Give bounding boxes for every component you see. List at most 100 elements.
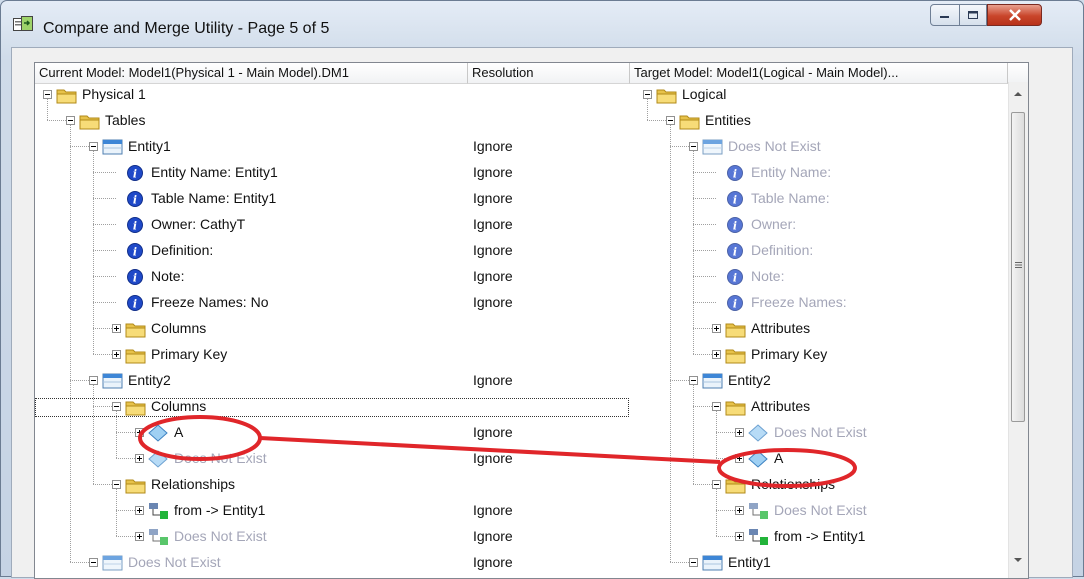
resolution-value[interactable]: Ignore (473, 422, 513, 442)
maximize-button[interactable] (959, 4, 987, 26)
expand-plus-icon[interactable] (712, 350, 721, 359)
expand-plus-icon[interactable] (735, 454, 744, 463)
tree-node-label[interactable]: Entity2 (128, 370, 171, 390)
tree-node-label[interactable]: Entity1 (728, 552, 771, 572)
tree-node-label[interactable]: Freeze Names: (751, 292, 847, 312)
tree-node-label[interactable]: A (174, 422, 183, 442)
tree-node-label[interactable]: Attributes (751, 318, 810, 338)
expand-plus-icon[interactable] (112, 350, 121, 359)
tree-node-label[interactable]: Owner: (751, 214, 796, 234)
resolution-value[interactable]: Ignore (473, 370, 513, 390)
column-header-current[interactable]: Current Model: Model1(Physical 1 - Main … (35, 63, 468, 84)
tree-node-label[interactable]: Table Name: Entity1 (151, 188, 276, 208)
collapse-minus-icon[interactable] (689, 376, 698, 385)
tree-node-label[interactable]: Does Not Exist (728, 136, 821, 156)
tree-node-label[interactable]: Logical (682, 84, 726, 104)
tree-connector-line (93, 302, 116, 303)
scroll-thumb[interactable] (1011, 112, 1025, 422)
column-header-target[interactable]: Target Model: Model1(Logical - Main Mode… (630, 63, 1008, 84)
tree-node-label[interactable]: Note: (751, 266, 784, 286)
collapse-minus-icon[interactable] (43, 90, 52, 99)
tree-node-label[interactable]: Relationships (151, 474, 235, 494)
tree-connector-line (670, 125, 671, 562)
tree-node-label[interactable]: Definition: (751, 240, 813, 260)
resolution-value[interactable]: Ignore (473, 136, 513, 156)
folder-icon (56, 89, 77, 104)
tree-connector-line (693, 250, 716, 251)
info-icon: i (127, 191, 143, 207)
collapse-minus-icon[interactable] (112, 402, 121, 411)
folder-icon (125, 479, 146, 494)
tree-node-label[interactable]: from -> Entity1 (174, 500, 265, 520)
collapse-minus-icon[interactable] (712, 402, 721, 411)
resolution-value[interactable]: Ignore (473, 188, 513, 208)
close-button[interactable] (987, 4, 1042, 26)
collapse-minus-icon[interactable] (89, 142, 98, 151)
expand-plus-icon[interactable] (735, 532, 744, 541)
tree-node-label[interactable]: Relationships (751, 474, 835, 494)
tree-node-label[interactable]: Freeze Names: No (151, 292, 268, 312)
expand-plus-icon[interactable] (135, 454, 144, 463)
tree-node-label[interactable]: A (774, 448, 783, 468)
collapse-minus-icon[interactable] (689, 142, 698, 151)
tree-node-label[interactable]: Attributes (751, 396, 810, 416)
resolution-value[interactable]: Ignore (473, 448, 513, 468)
collapse-minus-icon[interactable] (689, 558, 698, 567)
tree-node-label[interactable]: Does Not Exist (128, 552, 221, 572)
resolution-value[interactable]: Ignore (473, 266, 513, 286)
expand-plus-icon[interactable] (735, 428, 744, 437)
tree-node-label[interactable]: Columns (151, 318, 206, 338)
close-icon (1008, 9, 1021, 21)
tree-node-label[interactable]: Definition: (151, 240, 213, 260)
info-icon: i (127, 243, 143, 259)
tree-node-label[interactable]: Entity1 (128, 136, 171, 156)
tree-node-label[interactable]: Primary Key (751, 344, 827, 364)
tree-node-label[interactable]: Entity Name: Entity1 (151, 162, 278, 182)
expand-plus-icon[interactable] (735, 506, 744, 515)
svg-text:i: i (133, 246, 137, 259)
expand-plus-icon[interactable] (135, 428, 144, 437)
resolution-value[interactable]: Ignore (473, 292, 513, 312)
tree-node-label[interactable]: Note: (151, 266, 184, 286)
resolution-value[interactable]: Ignore (473, 162, 513, 182)
tree-node-label[interactable]: Columns (151, 396, 206, 416)
resolution-value[interactable]: Ignore (473, 526, 513, 546)
svg-text:i: i (733, 272, 737, 285)
resolution-value[interactable]: Ignore (473, 214, 513, 234)
tree-node-label[interactable]: Does Not Exist (174, 526, 267, 546)
tree-node-label[interactable]: Does Not Exist (174, 448, 267, 468)
compare-tree-view[interactable]: Current Model: Model1(Physical 1 - Main … (34, 62, 1029, 579)
scroll-down-icon[interactable] (1013, 556, 1023, 564)
resolution-value[interactable]: Ignore (473, 500, 513, 520)
collapse-minus-icon[interactable] (112, 480, 121, 489)
tree-node-label[interactable]: Primary Key (151, 344, 227, 364)
resolution-value[interactable]: Ignore (473, 552, 513, 572)
tree-node-label[interactable]: Does Not Exist (774, 500, 867, 520)
tree-node-label[interactable]: Tables (105, 110, 145, 130)
collapse-minus-icon[interactable] (66, 116, 75, 125)
collapse-minus-icon[interactable] (643, 90, 652, 99)
expand-plus-icon[interactable] (135, 532, 144, 541)
tree-node-label[interactable]: Does Not Exist (774, 422, 867, 442)
expand-plus-icon[interactable] (112, 324, 121, 333)
tree-node-label[interactable]: Entity2 (728, 370, 771, 390)
tree-node-label[interactable]: from -> Entity1 (774, 526, 865, 546)
minimize-button[interactable] (930, 4, 960, 26)
collapse-minus-icon[interactable] (666, 116, 675, 125)
collapse-minus-icon[interactable] (712, 480, 721, 489)
tree-node-label[interactable]: Entity Name: (751, 162, 831, 182)
tree-node-label[interactable]: Physical 1 (82, 84, 146, 104)
tree-node-label[interactable]: Entities (705, 110, 751, 130)
tree-node-label[interactable]: Table Name: (751, 188, 830, 208)
title-bar[interactable]: Compare and Merge Utility - Page 5 of 5 (1, 1, 1083, 47)
collapse-minus-icon[interactable] (89, 558, 98, 567)
expand-plus-icon[interactable] (712, 324, 721, 333)
collapse-minus-icon[interactable] (89, 376, 98, 385)
scroll-up-icon[interactable] (1013, 90, 1023, 98)
column-header-resolution[interactable]: Resolution (468, 63, 630, 84)
expand-plus-icon[interactable] (135, 506, 144, 515)
tree-node-label[interactable]: Owner: CathyT (151, 214, 245, 234)
resolution-value[interactable]: Ignore (473, 240, 513, 260)
tree-connector-line (93, 250, 116, 251)
vertical-scrollbar[interactable] (1008, 82, 1028, 578)
